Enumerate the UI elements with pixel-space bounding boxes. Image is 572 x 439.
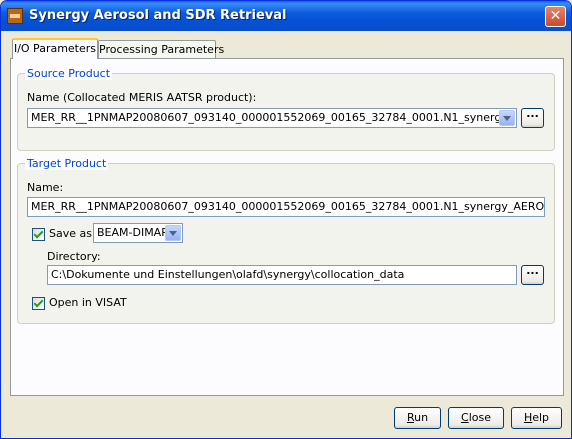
save-format-value: BEAM-DIMAP xyxy=(97,226,168,239)
open-in-visat-label: Open in VISAT xyxy=(49,296,127,309)
close-mnemonic: C xyxy=(461,411,469,424)
target-name-field[interactable]: MER_RR__1PNMAP20080607_093140_0000015520… xyxy=(27,197,545,217)
dialog-window: Synergy Aerosol and SDR Retrieval ✕ I/O … xyxy=(0,0,572,439)
target-product-title: Target Product xyxy=(25,157,109,170)
run-button[interactable]: Run xyxy=(394,407,441,429)
close-icon: ✕ xyxy=(549,8,562,24)
source-product-title: Source Product xyxy=(25,67,113,80)
directory-browse-button[interactable]: ... xyxy=(521,264,544,285)
close-label-rest: lose xyxy=(468,411,491,424)
source-name-label: Name (Collocated MERIS AATSR product): xyxy=(27,91,257,104)
tab-processing-parameters-label: Processing Parameters xyxy=(99,43,225,56)
run-label-rest: un xyxy=(414,411,429,424)
source-product-combo[interactable]: MER_RR__1PNMAP20080607_093140_0000015520… xyxy=(27,108,517,128)
directory-label: Directory: xyxy=(47,250,101,263)
directory-field[interactable]: C:\Dokumente und Einstellungen\olafd\syn… xyxy=(47,265,517,285)
ellipsis-icon: ... xyxy=(526,107,539,120)
source-browse-button[interactable]: ... xyxy=(521,107,544,128)
window-close-button[interactable]: ✕ xyxy=(545,6,566,27)
io-parameters-panel: Source Product Name (Collocated MERIS AA… xyxy=(10,58,564,396)
target-name-value: MER_RR__1PNMAP20080607_093140_0000015520… xyxy=(31,200,545,213)
close-button[interactable]: Close xyxy=(448,407,504,429)
window-title: Synergy Aerosol and SDR Retrieval xyxy=(29,8,287,23)
tab-processing-parameters[interactable]: Processing Parameters xyxy=(98,40,224,58)
chevron-down-icon[interactable] xyxy=(165,225,181,241)
tab-io-parameters-label: I/O Parameters xyxy=(13,42,97,55)
source-product-value: MER_RR__1PNMAP20080607_093140_0000015520… xyxy=(31,111,508,124)
ellipsis-icon: ... xyxy=(526,264,539,277)
chevron-down-icon[interactable] xyxy=(499,110,515,126)
target-name-label: Name: xyxy=(27,181,64,194)
save-as-label: Save as: xyxy=(49,227,96,240)
title-bar[interactable]: Synergy Aerosol and SDR Retrieval ✕ xyxy=(1,1,571,31)
save-format-combo[interactable]: BEAM-DIMAP xyxy=(93,223,183,243)
save-as-checkbox[interactable] xyxy=(32,228,45,241)
beam-app-icon xyxy=(7,8,23,24)
help-button[interactable]: Help xyxy=(511,407,562,429)
tab-io-parameters[interactable]: I/O Parameters xyxy=(12,38,98,59)
help-mnemonic: H xyxy=(523,411,533,424)
open-in-visat-checkbox[interactable] xyxy=(32,297,45,310)
directory-value: C:\Dokumente und Einstellungen\olafd\syn… xyxy=(51,268,405,281)
help-label-rest: elp xyxy=(532,411,550,424)
